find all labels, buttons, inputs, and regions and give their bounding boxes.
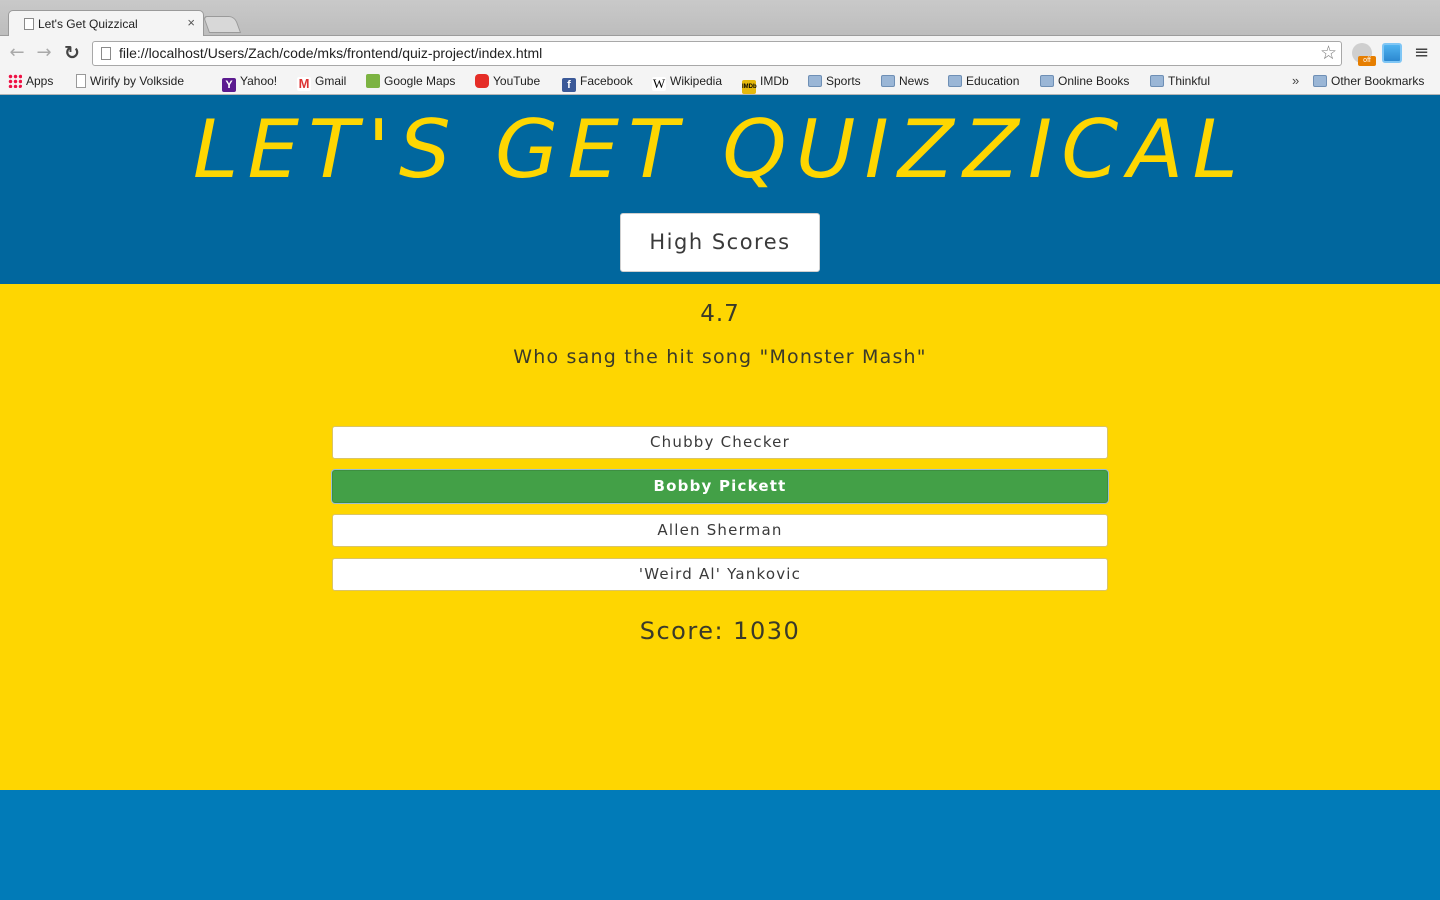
bookmark-wirify[interactable]: Wirify by Volkside xyxy=(76,74,184,91)
new-tab-button[interactable] xyxy=(202,16,242,33)
facebook-icon: f xyxy=(562,78,576,92)
back-arrow-icon[interactable]: ← xyxy=(6,42,28,64)
wikipedia-icon: W xyxy=(652,76,666,91)
browser-tab-strip: Let's Get Quizzical × xyxy=(0,0,1440,37)
folder-icon xyxy=(1040,75,1054,87)
high-scores-button[interactable]: High Scores xyxy=(620,213,820,272)
tab-title: Let's Get Quizzical xyxy=(38,17,138,31)
bookmark-folder-education[interactable]: Education xyxy=(948,74,1019,91)
bookmark-imdb[interactable]: IMDb IMDb xyxy=(742,74,789,94)
folder-icon xyxy=(1313,75,1327,87)
answer-option-1[interactable]: Chubby Checker xyxy=(332,426,1108,459)
bookmark-folder-thinkful[interactable]: Thinkful xyxy=(1150,74,1210,91)
site-footer xyxy=(0,790,1440,900)
page-favicon-icon xyxy=(24,18,34,30)
answer-option-2-correct[interactable]: Bobby Pickett xyxy=(332,470,1108,503)
address-bar[interactable]: file://localhost/Users/Zach/code/mks/fro… xyxy=(92,41,1342,66)
question-text: Who sang the hit song "Monster Mash" xyxy=(513,346,927,368)
reload-icon[interactable]: ↻ xyxy=(61,42,83,64)
yahoo-icon: Y xyxy=(222,78,236,92)
bookmark-folder-news[interactable]: News xyxy=(881,74,929,91)
bookmark-youtube[interactable]: YouTube xyxy=(475,74,540,91)
browser-tab-active[interactable]: Let's Get Quizzical × xyxy=(8,10,204,37)
close-tab-icon[interactable]: × xyxy=(187,15,195,30)
bookmark-apps[interactable]: Apps xyxy=(8,74,53,91)
page-icon xyxy=(76,74,86,88)
countdown-timer: 4.7 xyxy=(700,301,740,327)
page-title: LET'S GET QUIZZICAL xyxy=(192,103,1248,196)
page-icon xyxy=(101,47,111,60)
folder-icon xyxy=(948,75,962,87)
bookmark-folder-sports[interactable]: Sports xyxy=(808,74,861,91)
gmail-icon: M xyxy=(297,76,311,91)
answer-option-3[interactable]: Allen Sherman xyxy=(332,514,1108,547)
url-text[interactable]: file://localhost/Users/Zach/code/mks/fro… xyxy=(119,45,542,61)
bookmark-wikipedia[interactable]: W Wikipedia xyxy=(652,74,722,91)
bookmark-google-maps[interactable]: Google Maps xyxy=(366,74,455,91)
hamburger-menu-icon[interactable]: ≡ xyxy=(1414,44,1430,62)
bookmark-folder-online-books[interactable]: Online Books xyxy=(1040,74,1129,91)
maps-icon xyxy=(366,74,380,88)
folder-icon xyxy=(808,75,822,87)
extension-window-icon[interactable] xyxy=(1382,43,1402,63)
extension-badge: off xyxy=(1358,56,1376,66)
youtube-icon xyxy=(475,74,489,88)
bookmark-yahoo[interactable]: Y Yahoo! xyxy=(222,74,277,92)
bookmark-star-icon[interactable]: ☆ xyxy=(1320,42,1337,64)
forward-arrow-icon[interactable]: → xyxy=(33,42,55,64)
folder-icon xyxy=(881,75,895,87)
apps-grid-icon xyxy=(8,74,22,88)
bookmarks-overflow-chevron-icon[interactable]: » xyxy=(1292,73,1299,88)
imdb-icon: IMDb xyxy=(742,80,757,94)
bookmark-facebook[interactable]: f Facebook xyxy=(562,74,633,92)
folder-icon xyxy=(1150,75,1164,87)
browser-toolbar: ← → ↻ file://localhost/Users/Zach/code/m… xyxy=(0,36,1440,70)
answer-option-4[interactable]: 'Weird Al' Yankovic xyxy=(332,558,1108,591)
bookmark-gmail[interactable]: M Gmail xyxy=(297,74,346,91)
bookmarks-bar: Apps Wirify by Volkside Y Yahoo! M Gmail G… xyxy=(0,70,1440,95)
other-bookmarks-folder[interactable]: Other Bookmarks xyxy=(1313,74,1424,91)
score-display: Score: 1030 xyxy=(639,617,801,645)
